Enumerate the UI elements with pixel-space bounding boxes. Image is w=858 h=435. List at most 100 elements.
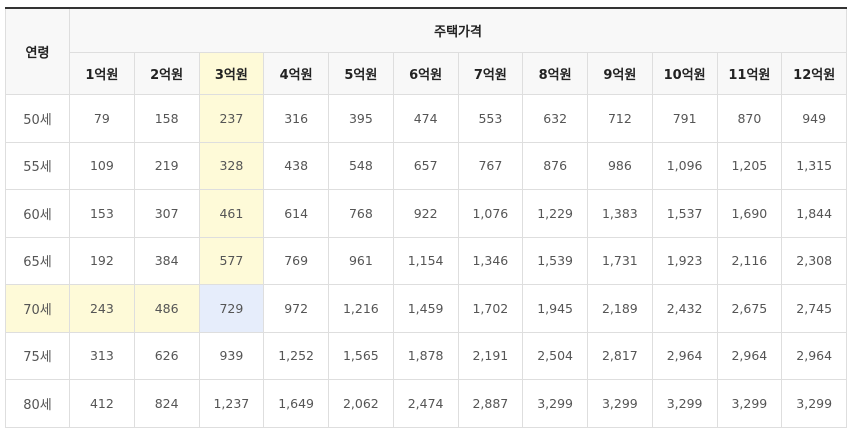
value-cell: 307 [133,189,200,238]
price-column-header: 7억원 [457,52,524,95]
price-column-header: 5억원 [328,52,394,95]
age-cell: 75세 [5,331,70,380]
age-cell: 65세 [5,236,70,285]
value-cell: 791 [651,94,718,143]
value-cell: 949 [781,94,848,143]
value-cell: 109 [69,141,135,190]
value-cell: 3,299 [716,379,783,428]
value-cell: 2,675 [716,284,783,333]
value-cell: 153 [69,189,135,238]
value-cell: 768 [328,189,394,238]
value-cell: 1,690 [716,189,783,238]
value-cell: 769 [263,236,329,285]
value-cell: 961 [328,236,394,285]
value-cell: 657 [392,141,459,190]
price-column-header: 2억원 [133,52,200,95]
value-cell: 1,252 [263,331,329,380]
table-body: 50세 79 158 237 316 395 474 553 632 712 791 870 949 55… [5,94,848,428]
value-cell: 870 [716,94,783,143]
value-cell: 2,964 [781,331,848,380]
value-cell: 2,432 [651,284,718,333]
value-cell: 461 [198,189,265,238]
value-cell: 1,229 [522,189,588,238]
value-cell: 3,299 [522,379,588,428]
value-cell: 1,096 [651,141,718,190]
price-column-header: 1억원 [69,52,135,95]
value-cell: 158 [133,94,200,143]
value-cell: 192 [69,236,135,285]
value-cell: 412 [69,379,135,428]
value-cell: 2,062 [328,379,394,428]
value-cell: 2,817 [587,331,653,380]
price-column-header: 9억원 [587,52,653,95]
age-cell: 55세 [5,141,70,190]
value-cell: 548 [328,141,394,190]
value-cell: 1,459 [392,284,459,333]
value-cell: 2,887 [457,379,524,428]
value-cell: 1,237 [198,379,265,428]
price-column-header: 8억원 [522,52,588,95]
value-cell: 2,116 [716,236,783,285]
value-cell: 384 [133,236,200,285]
price-column-header-row: 1억원 2억원 3억원 4억원 5억원 6억원 7억원 8억원 9억원 10억원 11억원 12억원 [6,52,848,95]
value-cell: 1,565 [328,331,394,380]
value-cell: 1,346 [457,236,524,285]
price-column-header: 12억원 [781,52,848,95]
value-cell: 486 [133,284,200,333]
value-cell: 395 [328,94,394,143]
table-row: 75세 313 626 939 1,252 1,565 1,878 2,191 2,504 2,8… [5,331,848,380]
value-cell: 2,191 [457,331,524,380]
value-cell: 632 [522,94,588,143]
value-cell: 1,315 [781,141,848,190]
value-cell: 1,878 [392,331,459,380]
value-cell: 922 [392,189,459,238]
value-cell: 1,945 [522,284,588,333]
value-cell: 876 [522,141,588,190]
table-row: 70세 243 486 729 972 1,216 1,459 1,702 1,945 2,189… [5,284,848,333]
table-row: 60세 153 307 461 614 768 922 1,076 1,229 1,383 1,53… [5,189,848,238]
age-cell: 80세 [5,379,70,428]
pension-table-container: 연령 주택가격 1억원 2억원 3억원 4억원 5억원 6억원 7억원 8억원 9억원 10억원 1… [5,7,848,428]
value-cell: 986 [587,141,653,190]
value-cell: 1,216 [328,284,394,333]
value-cell: 939 [198,331,265,380]
age-cell: 50세 [5,94,70,143]
value-cell: 626 [133,331,200,380]
value-cell: 1,649 [263,379,329,428]
table-row: 65세 192 384 577 769 961 1,154 1,346 1,539 1,731 1,… [5,236,848,285]
value-cell: 1,702 [457,284,524,333]
value-cell: 1,076 [457,189,524,238]
value-cell: 1,154 [392,236,459,285]
value-cell: 1,923 [651,236,718,285]
value-cell: 767 [457,141,524,190]
value-cell: 1,205 [716,141,783,190]
value-cell: 1,844 [781,189,848,238]
value-cell: 1,383 [587,189,653,238]
value-cell: 712 [587,94,653,143]
pension-amount-table: 연령 주택가격 1억원 2억원 3억원 4억원 5억원 6억원 7억원 8억원 9억원 10억원 1… [5,7,848,428]
value-cell: 328 [198,141,265,190]
value-cell: 3,299 [781,379,848,428]
value-cell: 2,964 [716,331,783,380]
table-row: 50세 79 158 237 316 395 474 553 632 712 791 870 949 [5,94,848,143]
price-column-header: 11억원 [716,52,783,95]
value-cell: 2,189 [587,284,653,333]
age-column-header: 연령 [5,7,70,95]
price-group-header: 주택가격 [68,7,848,53]
price-column-header: 10억원 [651,52,718,95]
value-cell: 3,299 [651,379,718,428]
value-cell: 474 [392,94,459,143]
value-cell: 577 [198,236,265,285]
value-cell: 219 [133,141,200,190]
value-cell: 729 [198,284,265,333]
value-cell: 553 [457,94,524,143]
value-cell: 972 [263,284,329,333]
value-cell: 2,964 [651,331,718,380]
value-cell: 1,537 [651,189,718,238]
value-cell: 79 [69,94,135,143]
table-row: 80세 412 824 1,237 1,649 2,062 2,474 2,887 3,299 3… [5,379,848,428]
value-cell: 614 [263,189,329,238]
price-column-header: 3억원 [198,52,265,95]
value-cell: 2,504 [522,331,588,380]
header-row-top: 연령 주택가격 [5,7,848,95]
